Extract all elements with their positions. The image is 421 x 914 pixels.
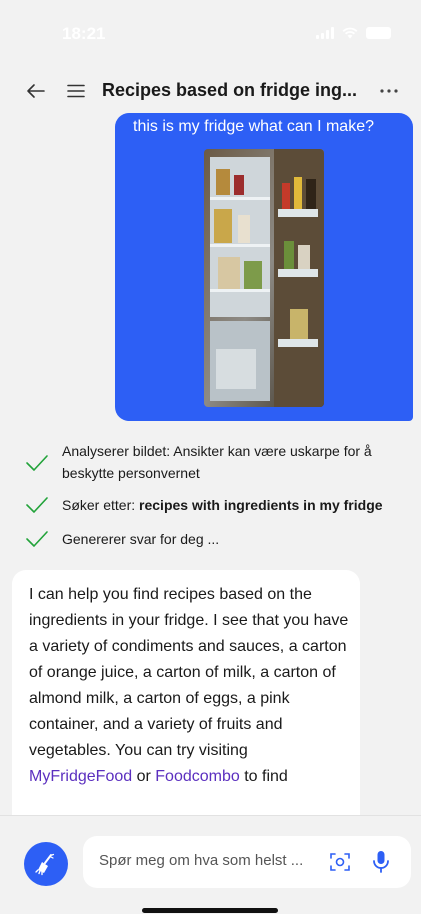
fridge-photo[interactable] (204, 149, 324, 407)
assistant-tail: to find (239, 768, 288, 785)
top-bar: Recipes based on fridge ing... (0, 74, 421, 108)
search-query: recipes with ingredients in my fridge (139, 497, 383, 513)
signal-icon (316, 27, 334, 39)
status-time: 18:21 (62, 24, 106, 43)
composer-bar: Spør meg om hva som helst ... (0, 815, 421, 914)
microphone-icon[interactable] (369, 849, 393, 875)
message-input[interactable]: Spør meg om hva som helst ... (83, 836, 411, 888)
check-icon (26, 531, 48, 547)
back-arrow-icon[interactable] (24, 79, 48, 103)
assistant-message-text: I can help you find recipes based on the… (29, 582, 349, 790)
input-placeholder: Spør meg om hva som helst ... (99, 852, 304, 869)
step-prefix: Søker etter: (62, 497, 140, 513)
assistant-or: or (132, 768, 156, 785)
wifi-icon (342, 27, 358, 39)
status-bar: 18:21 (0, 0, 421, 70)
link-foodcombo[interactable]: Foodcombo (155, 768, 240, 785)
step-text: Søker etter: recipes with ingredients in… (62, 494, 383, 516)
step-text: Genererer svar for deg ... (62, 531, 220, 547)
user-message-bubble: this is my fridge what can I make? (115, 113, 413, 421)
battery-icon (366, 27, 391, 39)
check-icon (26, 455, 48, 471)
user-message-text: this is my fridge what can I make? (133, 118, 374, 135)
status-icons (316, 27, 391, 39)
assistant-body: I can help you find recipes based on the… (29, 586, 349, 759)
home-indicator (142, 908, 278, 913)
more-options-icon[interactable] (377, 79, 401, 103)
broom-icon (35, 853, 55, 876)
check-icon (26, 497, 48, 513)
camera-scan-icon[interactable] (328, 850, 352, 874)
new-topic-button[interactable] (24, 842, 68, 886)
step-text: Analyserer bildet: Ansikter kan være usk… (62, 443, 372, 481)
conversation-title: Recipes based on fridge ing... (102, 80, 358, 100)
link-myfridgefood[interactable]: MyFridgeFood (29, 768, 132, 785)
hamburger-menu-icon[interactable] (64, 79, 88, 103)
assistant-message-bubble: I can help you find recipes based on the… (12, 570, 360, 830)
